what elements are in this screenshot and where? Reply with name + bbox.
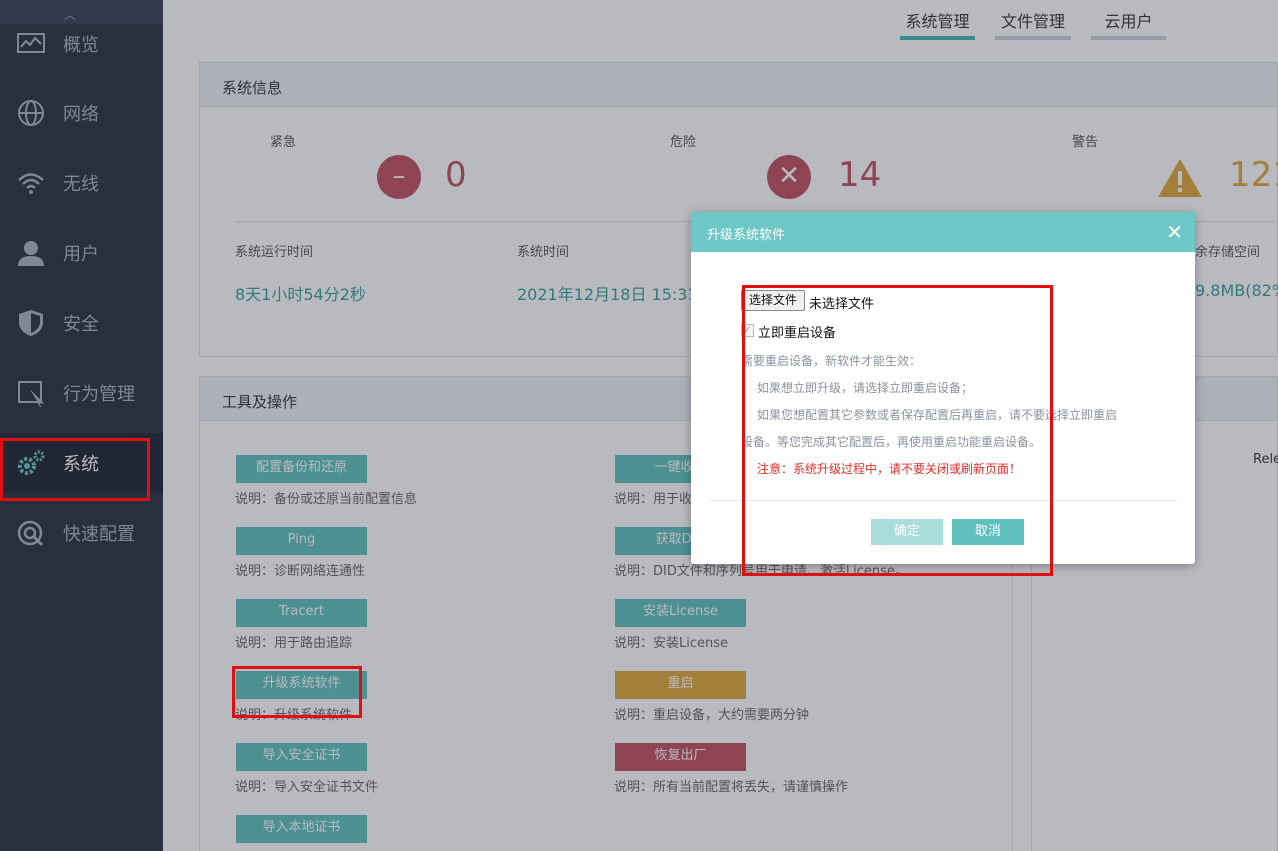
- confirm-button[interactable]: 确定: [871, 519, 943, 545]
- upgrade-software-dialog: 升级系统软件 ✕ 选择文件 未选择文件 ✓ 立即重启设备 需要重启设备，新软件才…: [691, 212, 1195, 564]
- reboot-checkbox[interactable]: ✓: [741, 324, 754, 337]
- instruction-line: 如果您想配置其它参数或者保存配置后再重启，请不要选择立即重启: [757, 408, 1118, 422]
- close-icon[interactable]: ✕: [1166, 220, 1183, 244]
- choose-file-button[interactable]: 选择文件: [741, 290, 805, 311]
- file-status: 未选择文件: [809, 297, 875, 312]
- cancel-button[interactable]: 取消: [952, 519, 1024, 545]
- dialog-header: 升级系统软件 ✕: [691, 212, 1195, 252]
- divider: [709, 500, 1177, 501]
- dialog-title: 升级系统软件: [707, 228, 786, 243]
- reboot-checkbox-label: 立即重启设备: [758, 326, 837, 341]
- instruction-line: 需要重启设备，新软件才能生效：: [741, 354, 922, 368]
- instruction-line: 设备。等您完成其它配置后，再使用重启功能重启设备。: [741, 435, 1042, 449]
- warning-text: 注意：系统升级过程中，请不要关闭或刷新页面！: [757, 462, 1022, 476]
- instruction-line: 如果想立即升级，请选择立即重启设备；: [757, 381, 974, 395]
